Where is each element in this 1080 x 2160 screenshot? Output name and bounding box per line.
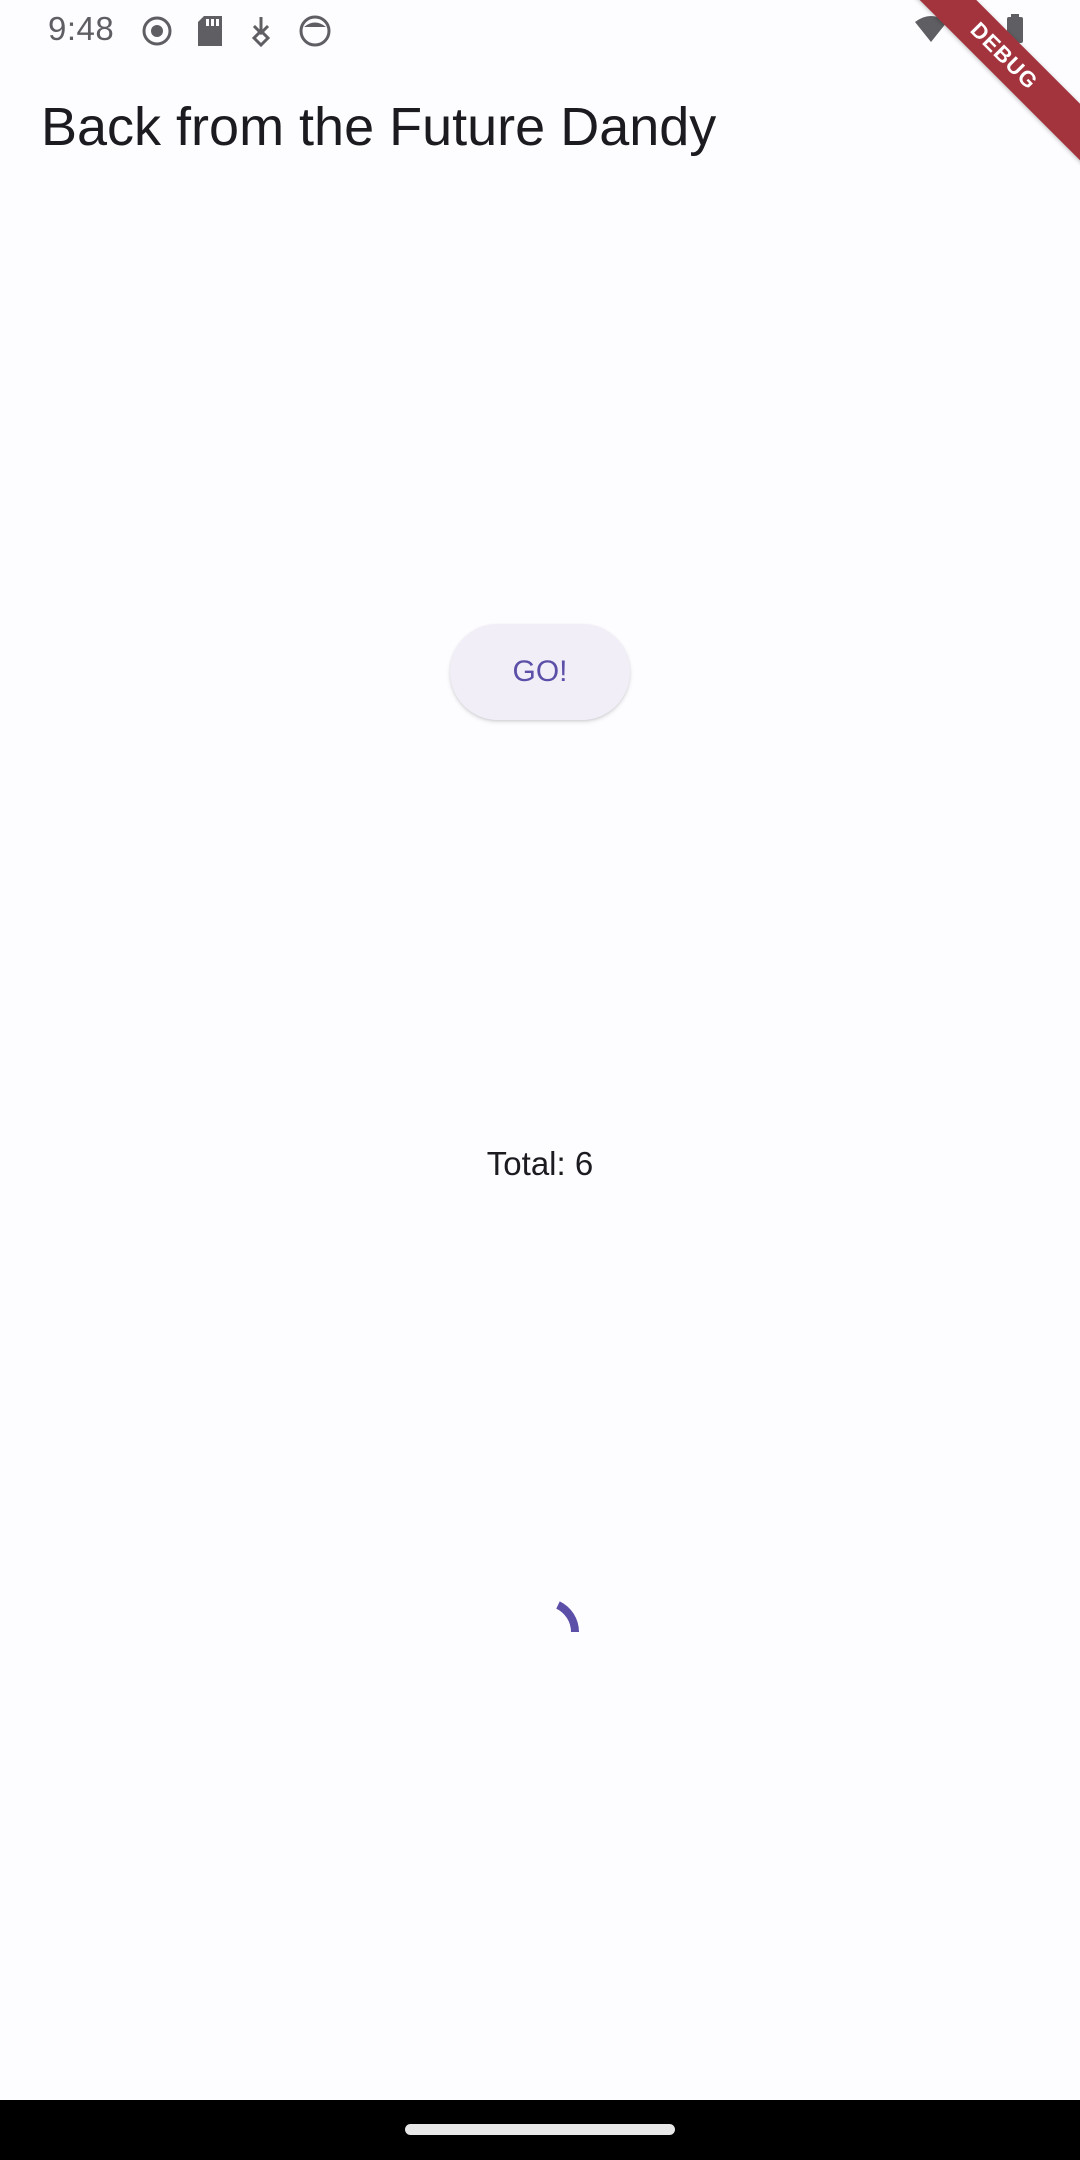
total-text: Total: 6 bbox=[486, 1145, 594, 1182]
download-icon bbox=[246, 14, 276, 48]
app-icon bbox=[298, 14, 332, 48]
go-button[interactable]: GO! bbox=[450, 624, 630, 720]
status-icons-left bbox=[140, 14, 332, 48]
page-title: Back from the Future Dandy bbox=[41, 97, 717, 157]
status-bar: 9:48 bbox=[0, 0, 1080, 62]
screen: 9:48 DEBUG Back from the Future Dandy GO… bbox=[0, 0, 1080, 2160]
status-time: 9:48 bbox=[48, 10, 115, 47]
loading-spinner-icon bbox=[540, 1585, 620, 1665]
home-gesture-handle[interactable] bbox=[405, 2124, 675, 2135]
sd-card-icon bbox=[196, 14, 224, 48]
recording-icon bbox=[140, 14, 174, 48]
